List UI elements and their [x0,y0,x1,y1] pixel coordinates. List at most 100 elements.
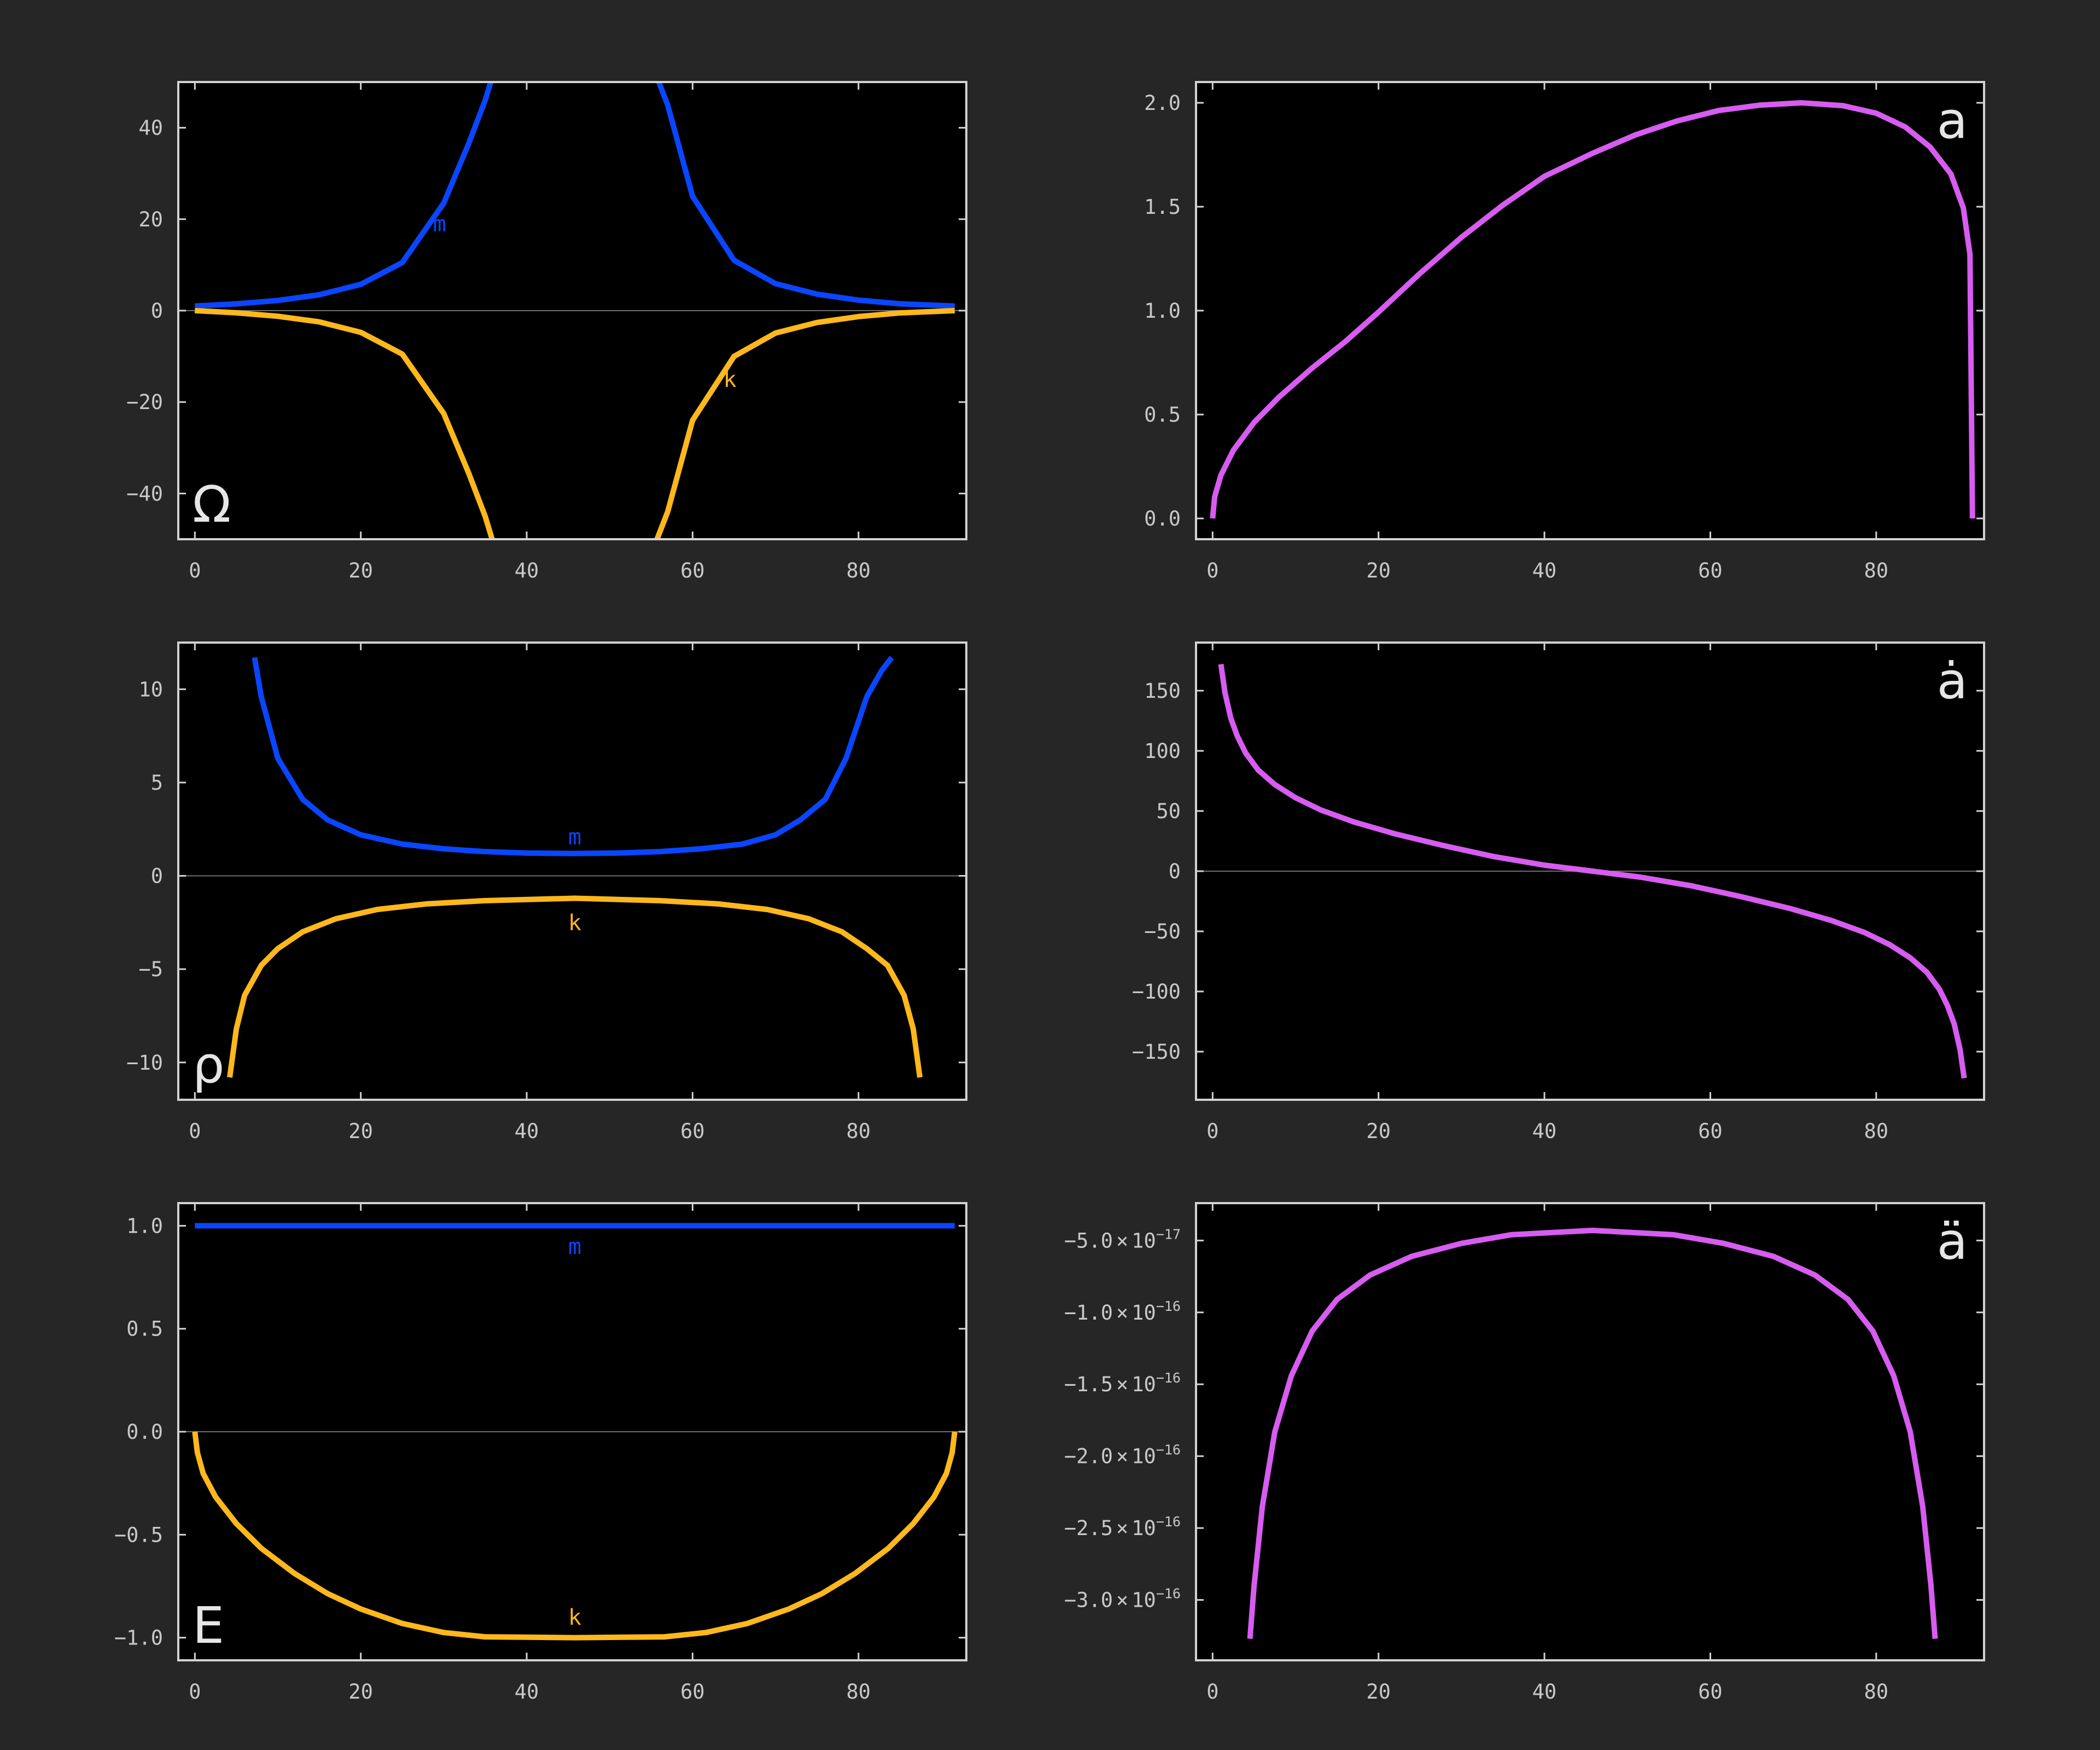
x-tick-label: 20 [1366,1119,1391,1143]
series-label-k: k [724,367,737,392]
chart-grid: 0 20 40 60 80 40 20 0 −20 −40 m k Ω 0 20 40 60 80 2.0 1.5 1.… [0,0,2100,1750]
y-tick-label: 40 [138,116,163,140]
y-tick-label: 150 [1144,679,1181,703]
y-tick-label: −1.0 [114,1626,163,1650]
y-tick-label: 0.0 [1144,507,1181,530]
tick-times: × [1116,1301,1128,1325]
tick-base: 10 [1131,1589,1156,1612]
y-tick-label: 1.0 [1144,299,1181,323]
x-tick-label: 0 [1206,1119,1218,1143]
y-tick-label: −0.5 [114,1523,163,1547]
x-tick-label: 80 [847,559,871,582]
tick-base: 10 [1131,1373,1156,1396]
x-tick-label: 60 [680,1119,705,1143]
series-label-m: m [568,1234,581,1259]
chart-panel: 0 20 40 60 80 10 5 0 −5 −10 m k ρ [126,641,967,1143]
x-tick-label: 0 [1206,559,1218,582]
panel-label: E [192,1596,224,1655]
y-tick-label: −10 [126,1051,163,1075]
y-tick-label: −40 [126,482,163,505]
y-tick-label: 20 [138,208,163,231]
chart-panel: 0 20 40 60 80 150 100 50 0 −50 −100 −150 ȧ [1132,641,1985,1143]
x-tick-label: 40 [515,1119,539,1143]
tick-mantissa: −2.0 [1064,1445,1113,1468]
tick-mantissa: −1.0 [1064,1301,1113,1325]
x-tick-label: 80 [847,1119,871,1143]
y-tick-label: 10 [138,678,163,701]
y-tick-label: 5 [151,771,163,795]
tick-mantissa: −1.5 [1064,1373,1113,1396]
tick-mantissa: −3.0 [1064,1589,1113,1612]
tick-times: × [1116,1589,1128,1612]
x-tick-label: 0 [189,1680,201,1704]
x-tick-label: 20 [348,1680,373,1704]
x-tick-label: 80 [847,1680,871,1704]
panel-label: a [1937,91,1968,150]
tick-times: × [1116,1445,1128,1468]
y-tick-label: 1.5 [1144,195,1181,219]
x-tick-label: 40 [1532,559,1557,582]
tick-base: 10 [1131,1516,1156,1540]
y-tick-label: 0.5 [126,1317,163,1341]
chart-panel: 0 20 40 60 80 40 20 0 −20 −40 m k Ω [126,81,967,582]
series-label-m: m [433,212,446,237]
plot-area [1196,1203,1984,1660]
tick-mantissa: −2.5 [1064,1516,1113,1540]
y-tick-label: 2.0 [1144,91,1181,115]
tick-times: × [1116,1229,1128,1252]
y-tick-label: 50 [1156,800,1181,823]
panel-label: ä [1937,1212,1968,1271]
tick-times: × [1116,1516,1128,1540]
x-tick-label: 80 [1864,559,1889,582]
chart-panel: 0 20 40 60 80 1.0 0.5 0.0 −0.5 −1.0 m k E [114,1202,967,1704]
plot-area [178,643,966,1100]
y-tick-label: −5 [138,958,163,981]
tick-exponent: −16 [1156,1514,1181,1530]
x-tick-label: 40 [515,1680,539,1704]
tick-exponent: −17 [1156,1226,1181,1242]
y-tick-label: 0.0 [126,1420,163,1444]
x-tick-label: 60 [680,1680,705,1704]
tick-base: 10 [1131,1301,1156,1325]
x-tick-label: 40 [515,559,539,582]
x-tick-label: 80 [1864,1119,1889,1143]
y-tick-label: −50 [1144,920,1181,943]
series-label-m: m [568,825,581,850]
series-label-k: k [568,911,581,936]
y-tick-label: 0.5 [1144,403,1181,427]
y-tick-label: 0 [151,865,163,888]
plot-area [1196,82,1984,539]
panel-label: ρ [192,1036,224,1094]
y-tick-label: −20 [126,390,163,414]
x-tick-label: 20 [1366,559,1391,582]
tick-exponent: −16 [1156,1370,1181,1386]
x-tick-label: 0 [189,559,201,582]
tick-exponent: −16 [1156,1442,1181,1458]
y-tick-label: 0 [151,299,163,323]
x-tick-label: 20 [1366,1680,1391,1704]
x-tick-label: 60 [680,559,705,582]
x-tick-label: 20 [348,559,373,582]
x-tick-label: 0 [1206,1680,1218,1704]
y-tick-label: 100 [1144,739,1181,763]
x-tick-label: 60 [1698,559,1723,582]
panel-label: ȧ [1937,652,1968,710]
panel-label: Ω [192,475,231,534]
tick-exponent: −16 [1156,1586,1181,1602]
y-tick-label: −100 [1132,980,1181,1004]
x-tick-label: 40 [1532,1680,1557,1704]
tick-base: 10 [1131,1445,1156,1468]
series-label-k: k [568,1605,581,1630]
tick-mantissa: −5.0 [1064,1229,1113,1252]
tick-times: × [1116,1373,1128,1396]
x-tick-label: 0 [189,1119,201,1143]
x-tick-label: 20 [348,1119,373,1143]
y-tick-label: 0 [1169,860,1181,883]
tick-exponent: −16 [1156,1298,1181,1314]
x-tick-label: 60 [1698,1119,1723,1143]
chart-panel: 0 20 40 60 80 2.0 1.5 1.0 0.5 0.0 a [1144,81,1985,582]
tick-base: 10 [1131,1229,1156,1252]
chart-panel: 0 20 40 60 80−5.0 × 10−17−1.0 × 10−16−1.5 × 10−16−… [1064,1202,1985,1704]
x-tick-label: 60 [1698,1680,1723,1704]
x-tick-label: 40 [1532,1119,1557,1143]
